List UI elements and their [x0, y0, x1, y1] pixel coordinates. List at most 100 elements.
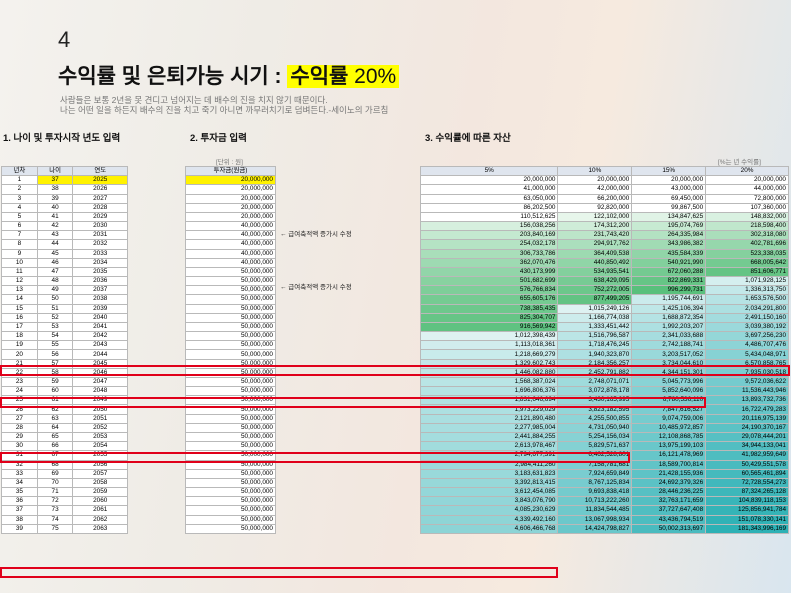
return-cell: 4,731,050,940 — [557, 422, 633, 433]
return-cell: 5,852,640,096 — [631, 386, 707, 397]
age-table-row: 29 65 2053 — [1, 431, 128, 443]
age-cell-row-age: 75 — [36, 523, 74, 534]
return-table-row: 156,038,256 174,312,200 195,074,769 218,598… — [419, 221, 789, 232]
age-cell-row-age: 47 — [36, 266, 74, 278]
age-table-row: 2 38 2026 — [1, 184, 128, 195]
return-cell: 86,202,500 — [419, 202, 559, 213]
age-cell-row-year-count: 27 — [1, 413, 38, 424]
return-cell: 5,829,571,637 — [557, 441, 633, 452]
investment-row: 50,000,000 — [185, 376, 276, 388]
age-table-row: 6 42 2030 — [1, 221, 128, 232]
return-cell: 125,856,941,784 — [705, 505, 789, 516]
return-cell: 3,697,256,230 — [705, 331, 789, 342]
return-cell: 20,000,000 — [631, 175, 707, 186]
age-cell-row-year-count: 2 — [1, 184, 38, 195]
investment-row: 20,000,000 — [185, 184, 276, 195]
age-table-row: 37 73 2061 — [1, 505, 128, 516]
return-cell: 655,605,176 — [419, 294, 559, 305]
return-cell: 1,831,646,694 — [419, 395, 559, 406]
return-cell: 916,569,942 — [419, 321, 559, 333]
age-cell-row-age: 60 — [36, 386, 74, 397]
age-table-row: 31 67 2055 — [1, 450, 128, 461]
age-cell-row-year-count: 18 — [1, 331, 38, 342]
title-main: 수익률 및 은퇴가능 시기 : — [58, 65, 288, 88]
return-cell: 4,344,151,301 — [631, 367, 707, 378]
investment-row: 50,000,000 — [185, 386, 276, 397]
age-cell-row-year-count: 23 — [1, 376, 38, 388]
return-table-row: 2,984,411,260 7,158,781,681 18,589,700,814… — [419, 459, 789, 470]
age-cell-row-age: 39 — [36, 193, 74, 204]
age-cell-row-year: 2037 — [72, 285, 128, 296]
age-table: 년차 나이 연도 1 37 2025 2 38 2026 3 39 2027 4 40 2028 5 41… — [1, 165, 128, 534]
return-cell: 4,486,707,476 — [705, 340, 789, 351]
age-cell-row-age: 66 — [36, 441, 74, 452]
return-cell: 1,166,774,038 — [557, 312, 633, 323]
investment-cell: 50,000,000 — [185, 450, 276, 461]
return-cell: 66,200,000 — [557, 193, 633, 204]
return-cell: 3,734,044,610 — [631, 358, 707, 369]
age-cell-row-year-count: 12 — [1, 276, 38, 287]
return-table-row: 1,973,229,029 3,823,182,595 7,847,616,527 1… — [419, 404, 789, 415]
return-table-row: 1,831,646,694 3,430,165,995 6,780,536,110 1… — [419, 395, 789, 406]
age-cell-row-year-count: 31 — [1, 450, 38, 461]
section-age-title: 1. 나이 및 투자시작 년도 입력 — [3, 133, 121, 144]
age-cell-row-year-count: 22 — [1, 367, 38, 378]
return-table-row: 3,612,454,085 9,693,838,418 28,446,236,225… — [419, 487, 789, 498]
age-cell-row-year-count: 30 — [1, 441, 38, 452]
age-cell-row-age: 44 — [36, 239, 74, 250]
salary-note-1: ← 급여축적액 증가시 수정 — [280, 231, 352, 238]
section-return-title: 3. 수익률에 따른 자산 — [425, 133, 511, 144]
age-cell-row-year-count: 8 — [1, 239, 38, 250]
return-cell: 174,312,200 — [557, 221, 633, 232]
investment-row: 50,000,000 — [185, 523, 276, 534]
return-cell: 9,074,759,006 — [631, 413, 707, 424]
age-table-row: 15 51 2039 — [1, 303, 128, 314]
investment-row: 50,000,000 — [185, 487, 276, 498]
return-cell: 24,190,370,167 — [705, 422, 789, 433]
return-table-row: 825,304,707 1,166,774,038 1,688,872,354 2,4… — [419, 312, 789, 323]
return-cell: 668,005,642 — [705, 257, 789, 268]
return-cell: 2,742,188,741 — [631, 340, 707, 351]
investment-row: 20,000,000 — [185, 193, 276, 204]
age-cell-row-age: 74 — [36, 514, 74, 525]
return-cell: 534,935,541 — [557, 266, 633, 278]
return-cell: 4,085,230,629 — [419, 505, 559, 516]
return-cell: 2,034,291,800 — [705, 303, 789, 314]
return-cell: 1,425,106,394 — [631, 303, 707, 314]
investment-row: 40,000,000 — [185, 230, 276, 241]
age-cell-row-age: 64 — [36, 422, 74, 433]
investment-row: 50,000,000 — [185, 349, 276, 360]
return-cell: 12,108,868,785 — [631, 431, 707, 443]
return-cell: 29,078,444,201 — [705, 431, 789, 443]
age-cell-row-year: 2030 — [72, 221, 128, 232]
age-cell-row-age: 50 — [36, 294, 74, 305]
return-cell: 430,173,999 — [419, 266, 559, 278]
age-cell-row-year: 2036 — [72, 276, 128, 287]
title-highlight-text: 수익률 — [290, 65, 349, 88]
return-cell: 306,733,786 — [419, 248, 559, 259]
return-cell: 44,000,000 — [705, 184, 789, 195]
return-cell: 8,767,125,834 — [557, 477, 633, 489]
return-cell: 576,766,834 — [419, 285, 559, 296]
return-cell: 1,336,313,750 — [705, 285, 789, 296]
return-table-row: 1,696,806,376 3,072,878,178 5,852,640,096 1… — [419, 386, 789, 397]
return-cell: 21,428,155,936 — [631, 468, 707, 479]
return-cell: 2,121,890,480 — [419, 413, 559, 424]
age-cell-row-year: 2053 — [72, 431, 128, 443]
return-table-row: 4,606,466,768 14,424,798,827 50,002,313,69… — [419, 523, 789, 534]
age-cell-row-year-count: 6 — [1, 221, 38, 232]
age-cell-row-age: 45 — [36, 248, 74, 259]
return-cell: 72,800,000 — [705, 193, 789, 204]
age-cell-row-year: 2041 — [72, 321, 128, 333]
highlight-row-age-74 — [0, 567, 558, 578]
investment-cell: 50,000,000 — [185, 422, 276, 433]
age-cell-row-age: 56 — [36, 349, 74, 360]
investment-cell: 50,000,000 — [185, 312, 276, 323]
age-cell-row-age: 52 — [36, 312, 74, 323]
age-table-row: 24 60 2048 — [1, 386, 128, 397]
age-cell-row-age: 46 — [36, 257, 74, 268]
age-table-row: 33 69 2057 — [1, 468, 128, 479]
return-cell: 43,000,000 — [631, 184, 707, 195]
return-table-row: 2,277,985,004 4,731,050,940 10,485,972,857… — [419, 422, 789, 433]
return-table-row: 2,613,978,467 5,829,571,637 13,975,199,103… — [419, 441, 789, 452]
